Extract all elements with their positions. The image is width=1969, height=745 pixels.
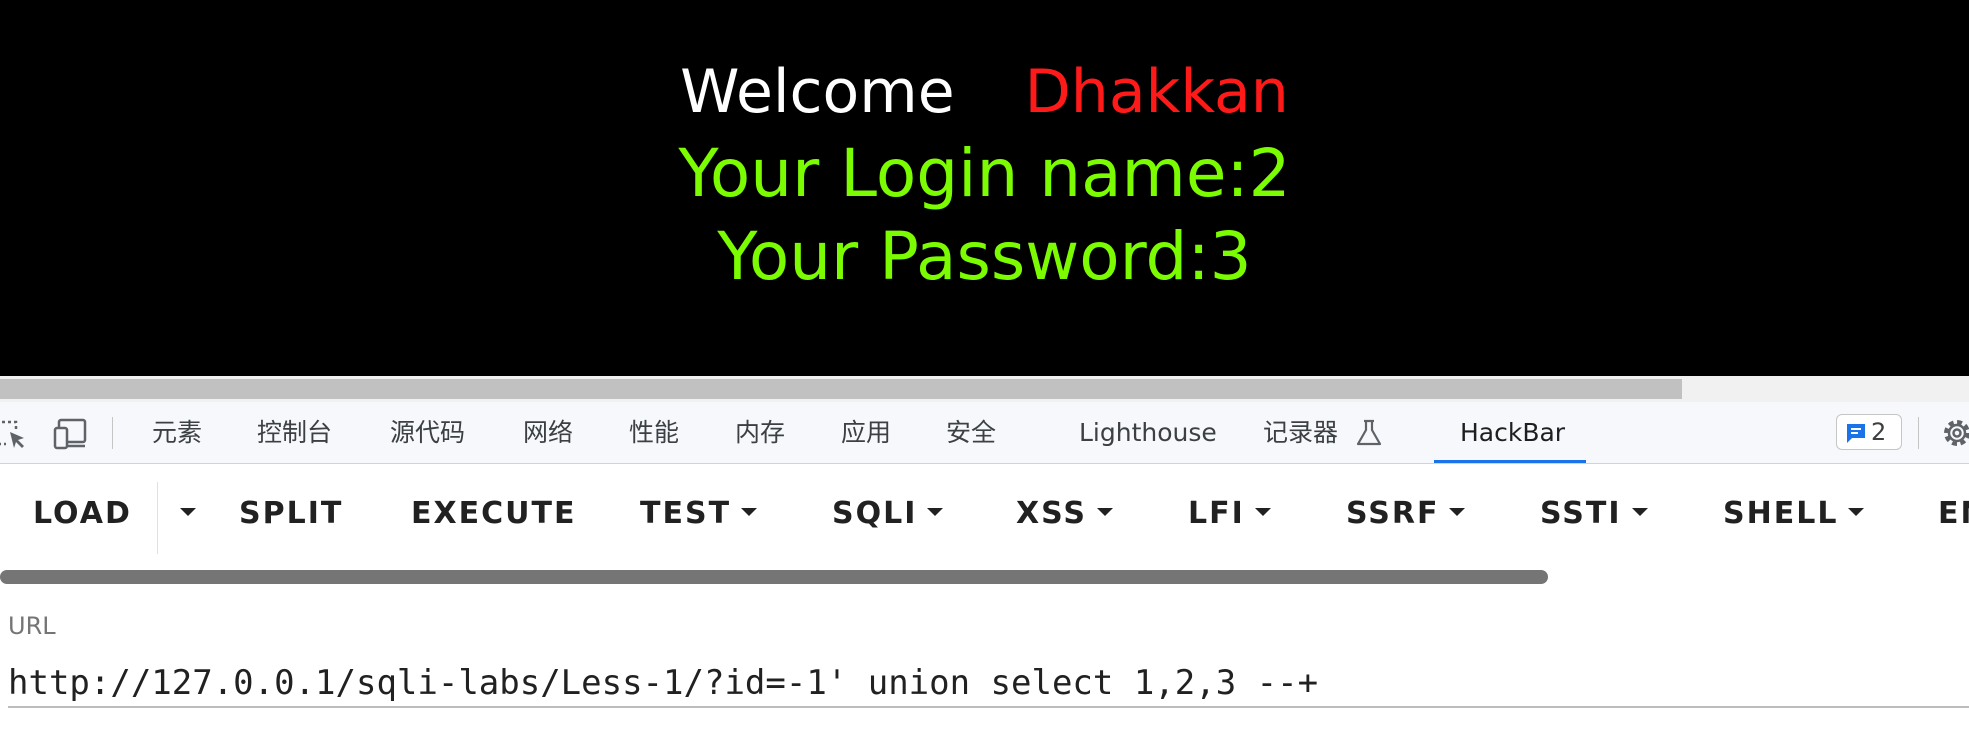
login-name-line: Your Login name:2 [678,135,1291,212]
chevron-down-icon [741,507,758,516]
encoding-menu-button[interactable]: EN [1938,490,1969,538]
flask-icon [1354,418,1384,448]
tab-lighthouse[interactable]: Lighthouse [1079,402,1217,464]
url-label: URL [8,612,56,640]
welcome-line: Welcome Dhakkan [0,52,1969,132]
ssrf-menu-button[interactable]: SSRF [1346,490,1466,538]
chevron-down-icon [1848,507,1865,516]
welcome-username: Dhakkan [1024,57,1289,127]
lfi-label: LFI [1188,496,1245,531]
welcome-text: Welcome [680,57,955,127]
ssti-label: SSTI [1540,496,1622,531]
test-menu-button[interactable]: TEST [640,490,758,538]
tab-divider [112,417,113,449]
issues-icon [1845,422,1867,448]
page-content: Welcome Dhakkan Your Login name:2 Your Pa… [0,0,1969,376]
hackbar-toolbar: LOAD SPLIT EXECUTE TEST SQLI XSS LFI SSR… [0,464,1969,564]
page-scrollbar-thumb[interactable] [0,379,1682,399]
xss-menu-button[interactable]: XSS [1016,490,1113,538]
url-input[interactable] [8,660,1969,708]
tab-sources[interactable]: 源代码 [390,402,465,464]
tab-application[interactable]: 应用 [841,402,891,464]
lfi-menu-button[interactable]: LFI [1188,490,1271,538]
password-line: Your Password:3 [717,218,1252,295]
xss-label: XSS [1016,496,1087,531]
load-button[interactable]: LOAD [33,490,132,538]
tab-recorder[interactable]: 记录器 [1263,402,1338,464]
chevron-down-icon [1449,507,1466,516]
tab-divider [1918,417,1919,449]
test-label: TEST [640,496,732,531]
split-button[interactable]: SPLIT [239,490,343,538]
issues-badge[interactable]: 2 [1836,414,1902,450]
ssrf-label: SSRF [1346,496,1440,531]
tab-security[interactable]: 安全 [946,402,996,464]
tab-hackbar[interactable]: HackBar [1460,402,1565,464]
chevron-down-icon [1631,507,1648,516]
devtools-tab-bar: 元素 控制台 源代码 网络 性能 内存 应用 安全 Lighthouse 记录器… [0,402,1969,464]
sqli-label: SQLI [832,496,918,531]
chevron-down-icon [927,507,944,516]
shell-menu-button[interactable]: SHELL [1723,490,1865,538]
load-divider [157,482,158,554]
tab-memory[interactable]: 内存 [735,402,785,464]
inspect-element-icon[interactable] [0,416,28,450]
gear-icon[interactable] [1940,416,1969,450]
tab-network[interactable]: 网络 [523,402,573,464]
tab-performance[interactable]: 性能 [629,402,679,464]
page-horizontal-scrollbar[interactable] [0,376,1969,402]
chevron-down-icon [180,507,196,516]
chevron-down-icon [1254,507,1271,516]
device-toolbar-icon[interactable] [53,416,87,450]
ssti-menu-button[interactable]: SSTI [1540,490,1648,538]
toolbar-scrollbar[interactable] [0,570,1548,584]
sqli-menu-button[interactable]: SQLI [832,490,944,538]
issues-count: 2 [1871,418,1887,446]
active-tab-indicator [1434,460,1586,463]
execute-button[interactable]: EXECUTE [411,490,576,538]
load-dropdown-button[interactable] [170,490,196,538]
tab-console[interactable]: 控制台 [257,402,332,464]
shell-label: SHELL [1723,496,1839,531]
chevron-down-icon [1097,507,1113,516]
tab-elements[interactable]: 元素 [152,402,202,464]
